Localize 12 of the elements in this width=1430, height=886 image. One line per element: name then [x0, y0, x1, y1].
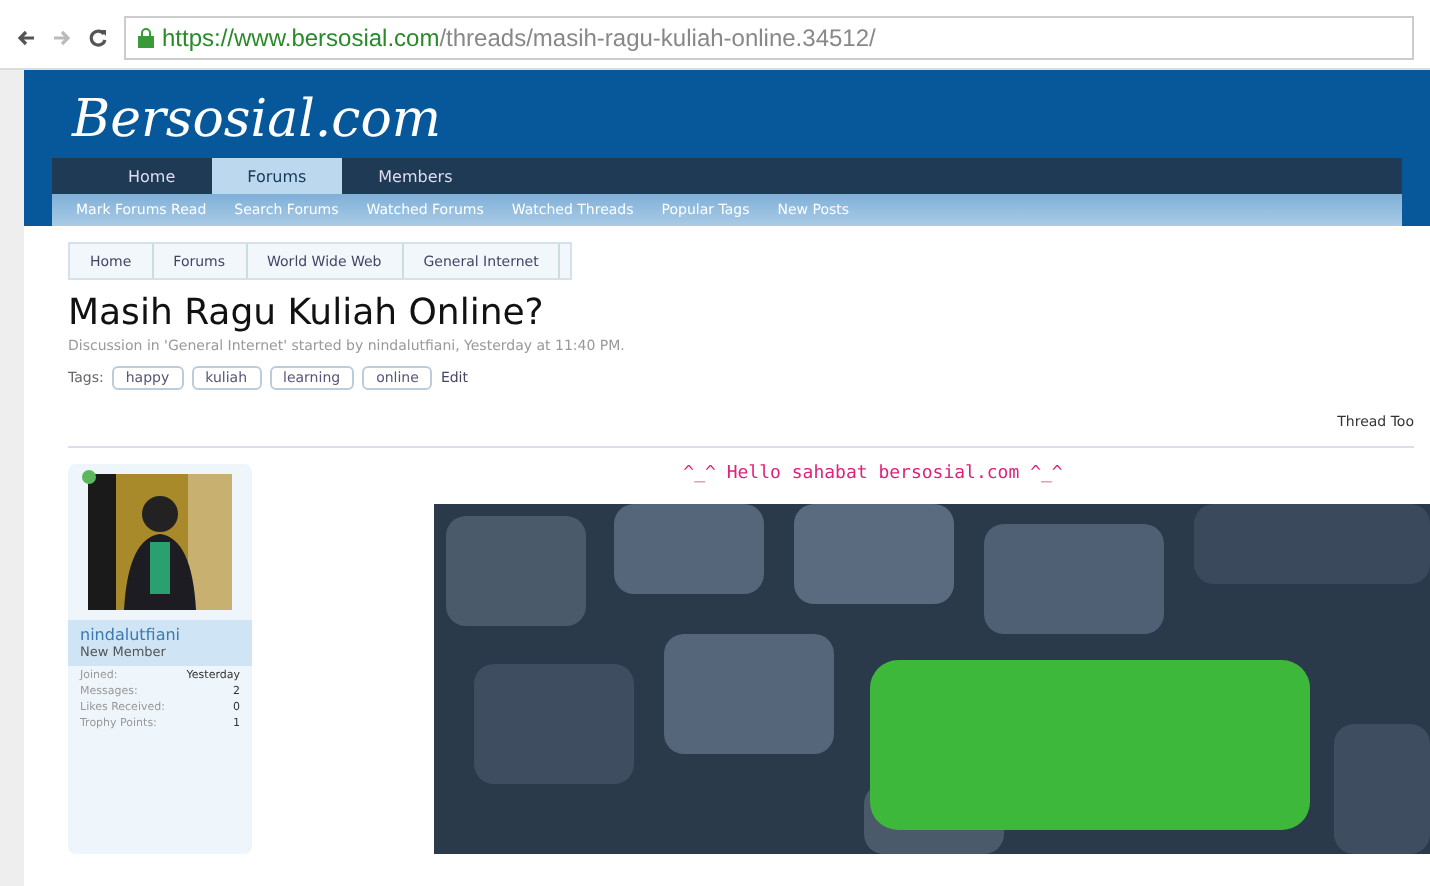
address-bar[interactable]: https://www.bersosial.com/threads/masih-ragu-kuliah-online.34512/ [124, 16, 1414, 60]
avatar[interactable] [88, 474, 232, 610]
nav-tab[interactable]: Members [342, 158, 489, 194]
lock-icon [138, 28, 154, 48]
greeting-text: ^_^ Hello sahabat bersosial.com ^_^ [683, 464, 1063, 484]
site-logo[interactable]: Bersosial.com [52, 82, 1402, 158]
reload-icon[interactable] [88, 28, 108, 48]
nav-tab[interactable]: Forums [211, 158, 343, 194]
back-icon[interactable] [16, 28, 36, 48]
nav-tab[interactable]: Home [92, 158, 212, 194]
thread-title: Masih Ragu Kuliah Online? [68, 292, 546, 334]
user-name-link[interactable]: nindalutfiani [80, 626, 240, 644]
